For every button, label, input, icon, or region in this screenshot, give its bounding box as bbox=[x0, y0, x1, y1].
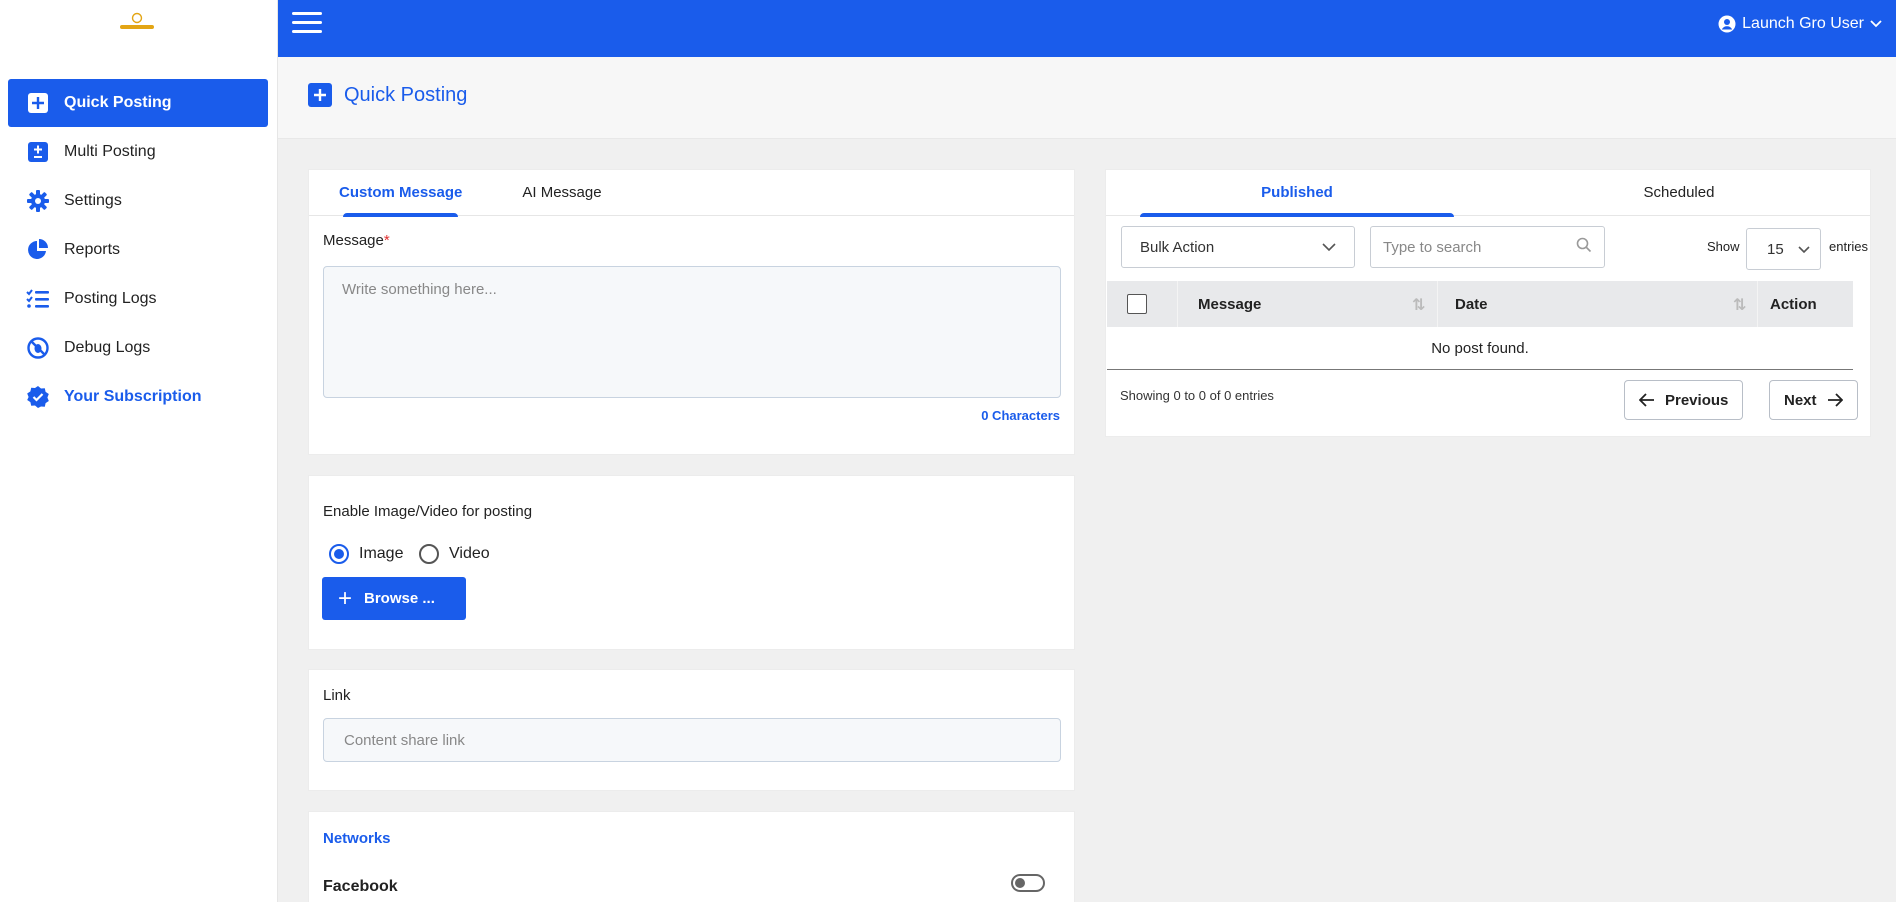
radio-video[interactable] bbox=[419, 544, 439, 564]
entries-label: entries bbox=[1829, 239, 1869, 254]
page-size-value: 15 bbox=[1767, 240, 1784, 258]
networks-title: Networks bbox=[323, 830, 391, 847]
chevron-down-icon bbox=[1870, 15, 1882, 33]
tab-custom-message[interactable]: Custom Message bbox=[309, 170, 492, 217]
table-header: Message ⇅ Date ⇅ Action bbox=[1107, 281, 1853, 327]
next-label: Next bbox=[1784, 391, 1817, 409]
arrow-left-icon bbox=[1639, 393, 1655, 407]
sidebar: Quick Posting Multi Posting Settings Rep… bbox=[0, 0, 278, 902]
message-textarea[interactable]: Write something here... bbox=[323, 266, 1061, 398]
tab-ai-message[interactable]: AI Message bbox=[492, 170, 631, 215]
radio-image-label: Image bbox=[359, 545, 404, 562]
bulk-action-value: Bulk Action bbox=[1140, 238, 1215, 256]
sort-icon[interactable]: ⇅ bbox=[1412, 295, 1425, 315]
search-input[interactable]: Type to search bbox=[1370, 226, 1605, 268]
network-facebook-label: Facebook bbox=[323, 878, 398, 895]
app-logo[interactable] bbox=[117, 12, 157, 34]
sidebar-item-settings[interactable]: Settings bbox=[8, 177, 268, 225]
badge-check-icon bbox=[26, 385, 50, 409]
sidebar-item-label: Posting Logs bbox=[64, 290, 157, 307]
column-date[interactable]: Date bbox=[1455, 281, 1488, 327]
sort-icon[interactable]: ⇅ bbox=[1733, 295, 1746, 315]
sidebar-item-reports[interactable]: Reports bbox=[8, 226, 268, 274]
browse-label: Browse ... bbox=[364, 590, 435, 607]
chevron-down-icon bbox=[1322, 239, 1336, 256]
sidebar-item-label: Your Subscription bbox=[64, 388, 202, 405]
sidebar-item-label: Settings bbox=[64, 192, 122, 209]
media-card: Enable Image/Video for posting Image Vid… bbox=[308, 475, 1075, 650]
sidebar-item-posting-logs[interactable]: Posting Logs bbox=[8, 275, 268, 323]
column-action: Action bbox=[1770, 295, 1817, 313]
sidebar-item-debug-logs[interactable]: Debug Logs bbox=[8, 324, 268, 372]
message-label-text: Message bbox=[323, 232, 384, 249]
bulk-action-select[interactable]: Bulk Action bbox=[1121, 226, 1355, 268]
tab-scheduled[interactable]: Scheduled bbox=[1488, 170, 1870, 215]
radio-image-option[interactable]: Image bbox=[329, 544, 403, 564]
search-icon bbox=[1576, 237, 1592, 257]
sidebar-item-quick-posting[interactable]: Quick Posting bbox=[8, 79, 268, 127]
tab-published[interactable]: Published bbox=[1106, 170, 1488, 217]
radio-video-option[interactable]: Video bbox=[419, 544, 490, 564]
search-placeholder: Type to search bbox=[1383, 238, 1482, 256]
browse-button[interactable]: + Browse ... bbox=[322, 577, 466, 620]
facebook-toggle[interactable] bbox=[1011, 874, 1045, 892]
plus-minus-icon bbox=[26, 140, 50, 164]
media-label: Enable Image/Video for posting bbox=[323, 503, 533, 520]
networks-card: Networks Facebook bbox=[308, 811, 1075, 902]
plus-icon: + bbox=[338, 584, 353, 612]
table-info: Showing 0 to 0 of 0 entries bbox=[1120, 388, 1274, 403]
empty-table-message: No post found. bbox=[1107, 327, 1853, 370]
message-card: Custom Message AI Message Message* Write… bbox=[308, 169, 1075, 455]
sidebar-item-multi-posting[interactable]: Multi Posting bbox=[8, 128, 268, 176]
user-name: Launch Gro User bbox=[1742, 15, 1864, 32]
sidebar-nav: Quick Posting Multi Posting Settings Rep… bbox=[8, 79, 268, 422]
arrow-right-icon bbox=[1827, 393, 1843, 407]
radio-video-label: Video bbox=[449, 545, 490, 562]
posts-tabs: Published Scheduled bbox=[1106, 170, 1870, 217]
column-message[interactable]: Message bbox=[1198, 281, 1261, 327]
user-menu[interactable]: Launch Gro User bbox=[1718, 15, 1882, 33]
sidebar-item-label: Reports bbox=[64, 241, 121, 258]
required-mark: * bbox=[383, 232, 390, 249]
link-card: Link Content share link bbox=[308, 669, 1075, 791]
sidebar-item-your-subscription[interactable]: Your Subscription bbox=[8, 373, 268, 421]
select-all-checkbox[interactable] bbox=[1127, 294, 1147, 314]
previous-button[interactable]: Previous bbox=[1624, 380, 1744, 420]
previous-label: Previous bbox=[1665, 391, 1729, 409]
page-title: Quick Posting bbox=[308, 83, 467, 107]
page-size-select[interactable]: 15 bbox=[1746, 228, 1821, 270]
sidebar-item-label: Debug Logs bbox=[64, 339, 151, 356]
posts-card: Published Scheduled Bulk Action Type to … bbox=[1105, 169, 1871, 437]
character-count: 0 Characters bbox=[981, 408, 1060, 423]
composer-tabs: Custom Message AI Message bbox=[309, 170, 1074, 217]
message-label: Message* bbox=[323, 232, 390, 249]
select-all-cell bbox=[1127, 281, 1147, 327]
sidebar-item-label: Quick Posting bbox=[64, 94, 172, 111]
radio-image[interactable] bbox=[329, 544, 349, 564]
sidebar-item-label: Multi Posting bbox=[64, 143, 156, 160]
plus-square-icon bbox=[308, 83, 332, 107]
page-header: Quick Posting bbox=[278, 57, 1896, 139]
chevron-down-icon bbox=[1798, 241, 1810, 258]
top-bar: Launch Gro User bbox=[278, 0, 1896, 57]
checklist-icon bbox=[26, 287, 50, 311]
pie-chart-icon bbox=[26, 238, 50, 262]
link-label: Link bbox=[323, 687, 351, 704]
gear-icon bbox=[26, 189, 50, 213]
hamburger-menu-icon[interactable] bbox=[292, 12, 322, 36]
show-label: Show bbox=[1707, 239, 1740, 254]
next-button[interactable]: Next bbox=[1769, 380, 1858, 420]
link-input[interactable]: Content share link bbox=[323, 718, 1061, 762]
user-circle-icon bbox=[1718, 15, 1736, 33]
plus-square-icon bbox=[26, 91, 50, 115]
page-title-text: Quick Posting bbox=[344, 83, 468, 106]
bug-icon bbox=[26, 336, 50, 360]
